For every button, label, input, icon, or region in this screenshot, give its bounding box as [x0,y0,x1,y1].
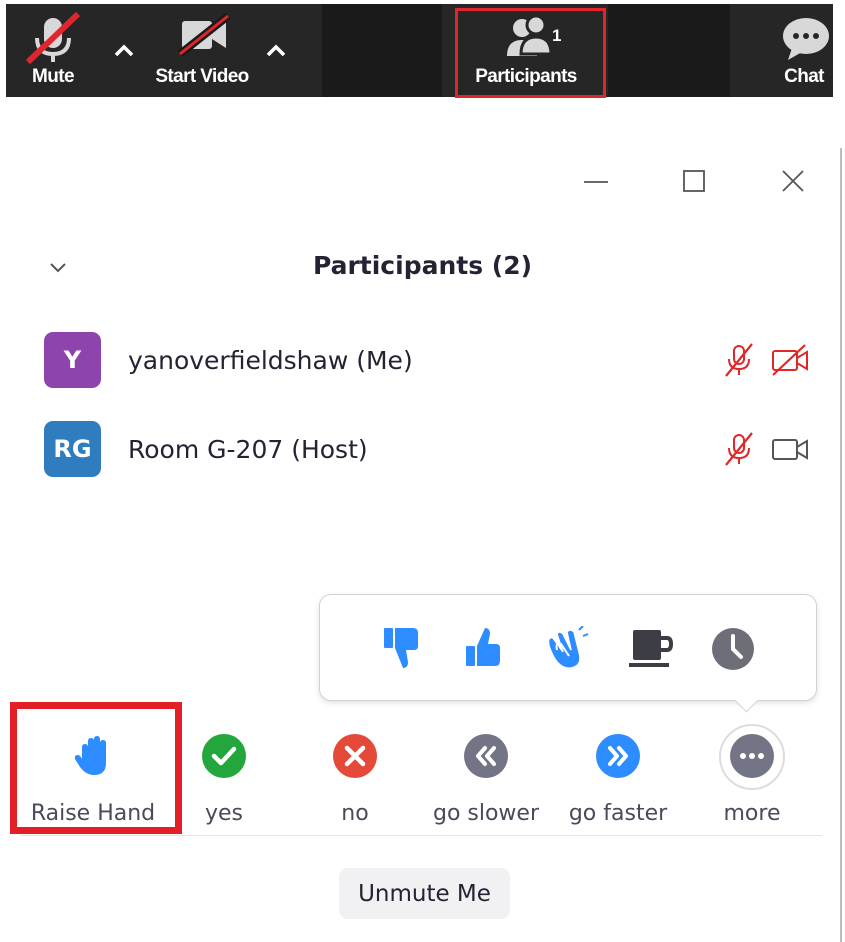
mute-button[interactable]: Mute [6,4,100,97]
yes-label: yes [204,801,244,826]
avatar: RG [44,421,101,477]
checkmark-icon [202,734,246,778]
yes-button[interactable]: yes [154,733,294,826]
chat-button[interactable]: Chat [768,4,840,97]
video-camera-off-icon [177,12,231,58]
participant-name: yanoverfieldshaw (Me) [128,346,413,375]
no-button[interactable]: no [285,733,425,826]
participant-row[interactable]: Y yanoverfieldshaw (Me) [44,332,824,388]
thumbs-down-icon[interactable] [380,626,424,670]
chat-bubble-icon [783,18,829,60]
microphone-muted-icon[interactable] [722,431,756,467]
participants-highlight-box [455,8,606,98]
maximize-icon[interactable] [680,168,708,196]
video-camera-icon[interactable] [770,431,810,467]
participant-name: Room G-207 (Host) [128,435,368,464]
more-label: more [723,801,781,826]
audio-options-caret-icon[interactable] [109,40,139,60]
clock-icon[interactable] [710,626,756,672]
minimize-icon[interactable] [582,168,610,196]
unmute-me-button[interactable]: Unmute Me [339,868,510,919]
no-label: no [341,801,369,826]
thumbs-up-icon[interactable] [462,626,506,670]
start-video-label: Start Video [155,66,249,87]
start-video-button[interactable]: Start Video [142,4,262,97]
mute-label: Mute [32,66,75,87]
participant-row[interactable]: RG Room G-207 (Host) [44,421,824,477]
clapping-hands-icon[interactable] [543,626,589,672]
microphone-muted-icon [25,11,81,65]
meeting-toolbar: Mute Start Video 1 Participants Chat [6,4,833,98]
go-faster-label: go faster [568,801,668,826]
video-options-caret-icon[interactable] [261,40,291,60]
chat-label: Chat [784,66,824,87]
microphone-muted-icon[interactable] [722,342,756,378]
go-slower-button[interactable]: go slower [416,733,556,826]
go-slower-label: go slower [432,801,540,826]
more-dots-icon [730,734,774,778]
x-mark-icon [333,734,377,778]
coffee-cup-icon[interactable] [627,626,675,670]
video-camera-off-icon[interactable] [770,342,810,378]
close-icon[interactable] [779,168,807,196]
footer-divider [20,835,822,836]
rewind-icon [464,734,508,778]
fast-forward-icon [596,734,640,778]
avatar: Y [44,332,101,388]
panel-title: Participants (2) [312,251,533,280]
more-button[interactable]: more [682,724,822,826]
go-faster-button[interactable]: go faster [548,733,688,826]
